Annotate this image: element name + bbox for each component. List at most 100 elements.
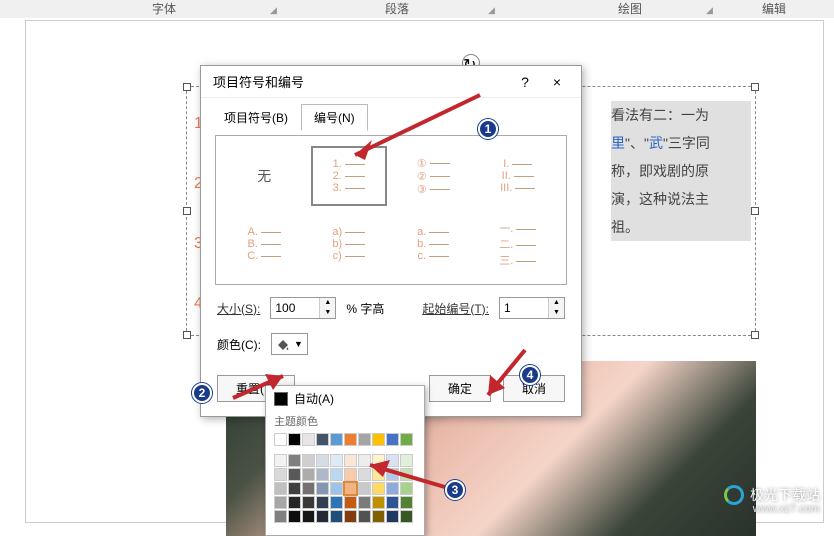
color-swatch[interactable] xyxy=(344,433,357,446)
color-swatch[interactable] xyxy=(372,468,385,481)
dialog-tabs: 项目符号(B) 编号(N) xyxy=(201,98,581,131)
color-swatch[interactable] xyxy=(386,433,399,446)
size-input[interactable] xyxy=(271,298,319,318)
color-swatch[interactable] xyxy=(400,454,413,467)
color-swatch[interactable] xyxy=(288,468,301,481)
color-swatch[interactable] xyxy=(288,454,301,467)
resize-handle-sw[interactable] xyxy=(183,331,191,339)
color-swatch[interactable] xyxy=(288,433,301,446)
numbering-style-lower-alpha-paren[interactable]: a) b) c) xyxy=(311,214,388,274)
resize-handle-w[interactable] xyxy=(183,207,191,215)
auto-color-swatch xyxy=(274,392,288,406)
color-swatch[interactable] xyxy=(344,496,357,509)
start-up[interactable]: ▲ xyxy=(549,298,564,308)
color-swatch[interactable] xyxy=(386,482,399,495)
resize-handle-se[interactable] xyxy=(751,331,759,339)
color-swatch[interactable] xyxy=(274,482,287,495)
color-swatch[interactable] xyxy=(330,510,343,523)
color-swatch[interactable] xyxy=(316,510,329,523)
size-spinner[interactable]: ▲▼ xyxy=(270,297,336,319)
color-swatch[interactable] xyxy=(330,454,343,467)
color-swatch[interactable] xyxy=(400,468,413,481)
dialog-titlebar[interactable]: 项目符号和编号 ? × xyxy=(201,66,581,98)
color-swatch[interactable] xyxy=(358,433,371,446)
tab-numbering[interactable]: 编号(N) xyxy=(301,104,368,131)
color-swatch[interactable] xyxy=(386,510,399,523)
color-swatch[interactable] xyxy=(400,482,413,495)
numbering-style-circled[interactable]: ① ② ③ xyxy=(395,146,472,206)
start-down[interactable]: ▼ xyxy=(549,308,564,318)
color-swatch[interactable] xyxy=(302,468,315,481)
color-swatch[interactable] xyxy=(316,433,329,446)
color-swatch[interactable] xyxy=(316,496,329,509)
color-swatch[interactable] xyxy=(288,510,301,523)
color-swatch[interactable] xyxy=(386,468,399,481)
color-swatch[interactable] xyxy=(316,454,329,467)
color-swatch[interactable] xyxy=(302,496,315,509)
numbering-style-grid: 无 1. 2. 3. ① ② ③ I. II. III. A. B. C. a)… xyxy=(215,135,567,285)
resize-handle-e[interactable] xyxy=(751,207,759,215)
color-swatch[interactable] xyxy=(288,482,301,495)
color-swatch[interactable] xyxy=(358,510,371,523)
color-swatch[interactable] xyxy=(302,433,315,446)
color-swatch[interactable] xyxy=(274,433,287,446)
numbering-style-arabic-dot[interactable]: 1. 2. 3. xyxy=(311,146,388,206)
color-swatch[interactable] xyxy=(288,496,301,509)
color-swatch[interactable] xyxy=(400,496,413,509)
color-swatch[interactable] xyxy=(400,510,413,523)
ok-button[interactable]: 确定 xyxy=(429,375,491,402)
ribbon-group-paragraph: 段落 xyxy=(385,0,409,17)
color-swatch[interactable] xyxy=(372,454,385,467)
color-swatch[interactable] xyxy=(274,454,287,467)
color-swatch[interactable] xyxy=(330,433,343,446)
color-swatch[interactable] xyxy=(372,433,385,446)
color-swatch[interactable] xyxy=(302,454,315,467)
color-swatch[interactable] xyxy=(274,496,287,509)
size-up[interactable]: ▲ xyxy=(320,298,335,308)
color-swatch[interactable] xyxy=(358,468,371,481)
help-button[interactable]: ? xyxy=(509,74,541,90)
color-swatch[interactable] xyxy=(330,496,343,509)
color-swatch[interactable] xyxy=(344,468,357,481)
dialog-launcher-icon[interactable]: ◢ xyxy=(270,5,278,13)
color-swatch[interactable] xyxy=(302,482,315,495)
resize-handle-nw[interactable] xyxy=(183,83,191,91)
color-swatch[interactable] xyxy=(386,496,399,509)
ribbon-bottom: 字体 段落 绘图 编辑 ◢ ◢ ◢ xyxy=(0,0,834,18)
color-swatch[interactable] xyxy=(358,496,371,509)
numbering-style-none[interactable]: 无 xyxy=(226,146,303,206)
color-swatch[interactable] xyxy=(274,468,287,481)
color-swatch[interactable] xyxy=(372,496,385,509)
numbering-style-lower-alpha-dot[interactable]: a. b. c. xyxy=(395,214,472,274)
color-swatch[interactable] xyxy=(358,454,371,467)
dialog-launcher-icon[interactable]: ◢ xyxy=(488,5,496,13)
color-swatch[interactable] xyxy=(344,510,357,523)
color-swatch[interactable] xyxy=(344,482,357,495)
numbering-style-chinese[interactable]: 一. 二. 三. xyxy=(480,214,557,274)
numbering-style-upper-roman[interactable]: I. II. III. xyxy=(480,146,557,206)
auto-color-option[interactable]: 自动(A) xyxy=(266,386,424,411)
color-swatch[interactable] xyxy=(316,482,329,495)
color-swatch[interactable] xyxy=(400,433,413,446)
dialog-launcher-icon[interactable]: ◢ xyxy=(706,5,714,13)
color-swatch[interactable] xyxy=(274,510,287,523)
color-swatch[interactable] xyxy=(316,468,329,481)
size-down[interactable]: ▼ xyxy=(320,308,335,318)
numbering-style-upper-alpha[interactable]: A. B. C. xyxy=(226,214,303,274)
start-spinner[interactable]: ▲▼ xyxy=(499,297,565,319)
size-unit: % 字高 xyxy=(346,300,384,317)
color-swatch[interactable] xyxy=(372,510,385,523)
color-swatch[interactable] xyxy=(330,482,343,495)
color-swatch[interactable] xyxy=(344,454,357,467)
color-dropdown-button[interactable]: ▼ xyxy=(271,333,308,355)
color-swatch[interactable] xyxy=(358,482,371,495)
close-button[interactable]: × xyxy=(541,74,573,90)
start-input[interactable] xyxy=(500,298,548,318)
color-swatch[interactable] xyxy=(372,482,385,495)
resize-handle-ne[interactable] xyxy=(751,83,759,91)
ribbon-group-drawing: 绘图 xyxy=(618,0,642,17)
tab-bullets[interactable]: 项目符号(B) xyxy=(211,104,301,131)
color-swatch[interactable] xyxy=(386,454,399,467)
color-swatch[interactable] xyxy=(302,510,315,523)
color-swatch[interactable] xyxy=(330,468,343,481)
